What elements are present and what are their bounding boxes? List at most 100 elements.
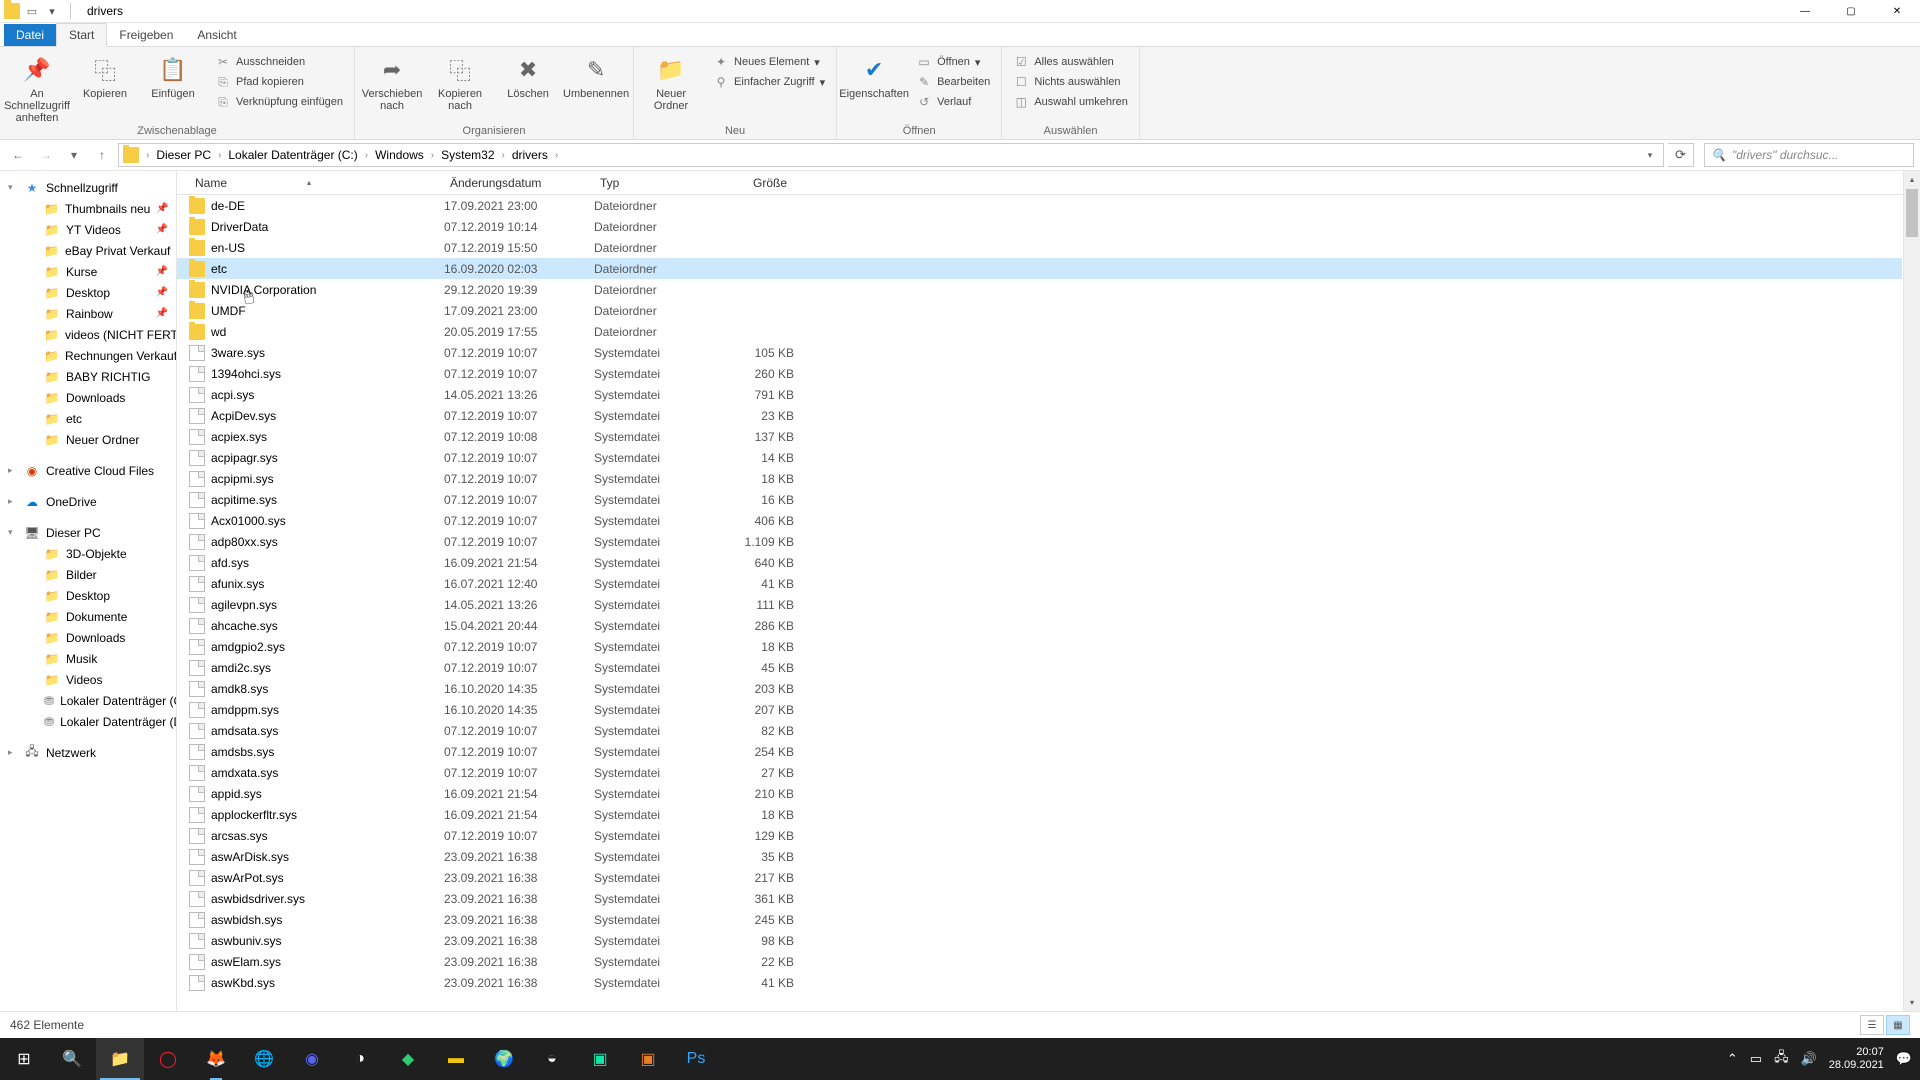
move-to-button[interactable]: ➦Verschieben nach <box>363 50 421 112</box>
select-all-button[interactable]: ☑Alles auswählen <box>1010 53 1131 71</box>
sidebar-quick-2[interactable]: 📁eBay Privat Verkauf📌 <box>0 240 176 261</box>
sidebar-pc-5[interactable]: 📁Musik <box>0 648 176 669</box>
close-button[interactable]: ✕ <box>1874 0 1920 23</box>
sidebar-quick-0[interactable]: 📁Thumbnails neu📌 <box>0 198 176 219</box>
tray-chevron-icon[interactable]: ⌃ <box>1727 1051 1738 1067</box>
crumb-2[interactable]: Windows <box>371 146 428 164</box>
file-row[interactable]: applockerfltr.sys16.09.2021 21:54Systemd… <box>177 804 1902 825</box>
crumb-1[interactable]: Lokaler Datenträger (C:) <box>224 146 361 164</box>
scroll-down-icon[interactable]: ▾ <box>1904 994 1920 1011</box>
file-row[interactable]: amdxata.sys07.12.2019 10:07Systemdatei27… <box>177 762 1902 783</box>
file-row[interactable]: acpi.sys14.05.2021 13:26Systemdatei791 K… <box>177 384 1902 405</box>
file-row[interactable]: amdi2c.sys07.12.2019 10:07Systemdatei45 … <box>177 657 1902 678</box>
tray-network-icon[interactable]: 🖧 <box>1774 1048 1789 1070</box>
file-row[interactable]: NVIDIA Corporation29.12.2020 19:39Dateio… <box>177 279 1902 300</box>
scroll-up-icon[interactable]: ▴ <box>1904 171 1920 188</box>
file-row[interactable]: amdsata.sys07.12.2019 10:07Systemdatei82… <box>177 720 1902 741</box>
sidebar-pc-1[interactable]: 📁Bilder <box>0 564 176 585</box>
taskbar-app-orange[interactable]: ▣ <box>624 1038 672 1080</box>
file-row[interactable]: agilevpn.sys14.05.2021 13:26Systemdatei1… <box>177 594 1902 615</box>
sidebar-creativecloud[interactable]: ▸◉Creative Cloud Files <box>0 460 176 481</box>
properties-button[interactable]: ✔Eigenschaften <box>845 50 903 100</box>
nav-up-button[interactable]: ↑ <box>90 143 114 167</box>
sidebar-quick-3[interactable]: 📁Kurse📌 <box>0 261 176 282</box>
file-row[interactable]: de-DE17.09.2021 23:00Dateiordner <box>177 195 1902 216</box>
tray-notifications-icon[interactable]: 💬 <box>1896 1051 1912 1067</box>
file-row[interactable]: afunix.sys16.07.2021 12:40Systemdatei41 … <box>177 573 1902 594</box>
taskbar[interactable]: ⊞ 🔍 📁 ◯ 🦊 🌐 ◉ ◑ ◆ ▬ 🌍 ◒ ▣ ▣ Ps ⌃ ▭ 🖧 🔊 2… <box>0 1038 1920 1080</box>
tray-battery-icon[interactable]: ▭ <box>1750 1051 1762 1067</box>
sidebar-thispc[interactable]: ▾🖥Dieser PC <box>0 522 176 543</box>
maximize-button[interactable]: ▢ <box>1828 0 1874 23</box>
col-type[interactable]: Typ <box>594 173 714 193</box>
new-item-button[interactable]: ✦Neues Element ▾ <box>710 53 828 71</box>
qat-newfolder-icon[interactable]: ▾ <box>44 3 60 19</box>
file-row[interactable]: aswArPot.sys23.09.2021 16:38Systemdatei2… <box>177 867 1902 888</box>
file-row[interactable]: amdgpio2.sys07.12.2019 10:07Systemdatei1… <box>177 636 1902 657</box>
sidebar-quick-4[interactable]: 📁Desktop📌 <box>0 282 176 303</box>
taskbar-app-green[interactable]: ◆ <box>384 1038 432 1080</box>
file-row[interactable]: en-US07.12.2019 15:50Dateiordner <box>177 237 1902 258</box>
rename-button[interactable]: ✎Umbenennen <box>567 50 625 100</box>
sidebar-network[interactable]: ▸🖧Netzwerk <box>0 742 176 763</box>
sidebar-quick-5[interactable]: 📁Rainbow📌 <box>0 303 176 324</box>
sidebar-pc-6[interactable]: 📁Videos <box>0 669 176 690</box>
file-row[interactable]: DriverData07.12.2019 10:14Dateiordner <box>177 216 1902 237</box>
copy-button[interactable]: ⿻ Kopieren <box>76 50 134 100</box>
nav-recent-button[interactable]: ▾ <box>62 143 86 167</box>
sidebar[interactable]: ▾★Schnellzugriff📁Thumbnails neu📌📁YT Vide… <box>0 171 177 1011</box>
sidebar-quick-7[interactable]: 📁Rechnungen Verkauf📌 <box>0 345 176 366</box>
file-row[interactable]: wd20.05.2019 17:55Dateiordner <box>177 321 1902 342</box>
refresh-button[interactable]: ⟳ <box>1668 143 1694 167</box>
delete-button[interactable]: ✖Löschen <box>499 50 557 100</box>
sidebar-pc-0[interactable]: 📁3D-Objekte <box>0 543 176 564</box>
file-row[interactable]: aswbidsdriver.sys23.09.2021 16:38Systemd… <box>177 888 1902 909</box>
pin-quickaccess-button[interactable]: 📌 An Schnellzugriff anheften <box>8 50 66 124</box>
file-row[interactable]: amdsbs.sys07.12.2019 10:07Systemdatei254… <box>177 741 1902 762</box>
taskbar-streamlabs[interactable]: ▣ <box>576 1038 624 1080</box>
taskbar-search[interactable]: 🔍 <box>48 1038 96 1080</box>
sidebar-pc-8[interactable]: ⛃Lokaler Datenträger (D:) <box>0 711 176 732</box>
tab-view[interactable]: Ansicht <box>185 24 248 46</box>
file-row[interactable]: 1394ohci.sys07.12.2019 10:07Systemdatei2… <box>177 363 1902 384</box>
paste-button[interactable]: 📋 Einfügen <box>144 50 202 100</box>
file-row[interactable]: acpipagr.sys07.12.2019 10:07Systemdatei1… <box>177 447 1902 468</box>
file-row[interactable]: appid.sys16.09.2021 21:54Systemdatei210 … <box>177 783 1902 804</box>
taskbar-steam[interactable]: ◑ <box>336 1038 384 1080</box>
sidebar-pc-7[interactable]: ⛃Lokaler Datenträger (C:) <box>0 690 176 711</box>
search-input[interactable]: 🔍 "drivers" durchsuc... <box>1704 143 1914 167</box>
view-icons-button[interactable]: ▦ <box>1886 1015 1910 1035</box>
file-row[interactable]: 3ware.sys07.12.2019 10:07Systemdatei105 … <box>177 342 1902 363</box>
minimize-button[interactable]: — <box>1782 0 1828 23</box>
file-row[interactable]: aswElam.sys23.09.2021 16:38Systemdatei22… <box>177 951 1902 972</box>
file-row[interactable]: aswKbd.sys23.09.2021 16:38Systemdatei41 … <box>177 972 1902 993</box>
file-row[interactable]: UMDF17.09.2021 23:00Dateiordner <box>177 300 1902 321</box>
copy-to-button[interactable]: ⿻Kopieren nach <box>431 50 489 112</box>
tab-file[interactable]: Datei <box>4 24 56 46</box>
tab-share[interactable]: Freigeben <box>107 24 185 46</box>
taskbar-app-dark[interactable]: ◒ <box>528 1038 576 1080</box>
col-size[interactable]: Größe <box>714 173 794 193</box>
invert-selection-button[interactable]: ◫Auswahl umkehren <box>1010 93 1131 111</box>
sidebar-pc-2[interactable]: 📁Desktop <box>0 585 176 606</box>
file-row[interactable]: aswArDisk.sys23.09.2021 16:38Systemdatei… <box>177 846 1902 867</box>
new-folder-button[interactable]: 📁Neuer Ordner <box>642 50 700 112</box>
sidebar-quickaccess[interactable]: ▾★Schnellzugriff <box>0 177 176 198</box>
taskbar-firefox[interactable]: 🦊 <box>192 1038 240 1080</box>
sidebar-onedrive[interactable]: ▸☁OneDrive <box>0 491 176 512</box>
view-details-button[interactable]: ☰ <box>1860 1015 1884 1035</box>
file-row[interactable]: acpitime.sys07.12.2019 10:07Systemdatei1… <box>177 489 1902 510</box>
crumb-0[interactable]: Dieser PC <box>152 146 215 164</box>
sidebar-pc-4[interactable]: 📁Downloads <box>0 627 176 648</box>
file-row[interactable]: aswbuniv.sys23.09.2021 16:38Systemdatei9… <box>177 930 1902 951</box>
taskbar-explorer[interactable]: 📁 <box>96 1038 144 1080</box>
copy-path-button[interactable]: ⎘Pfad kopieren <box>212 73 346 91</box>
crumb-3[interactable]: System32 <box>437 146 498 164</box>
file-list[interactable]: de-DE17.09.2021 23:00DateiordnerDriverDa… <box>177 195 1902 1011</box>
file-row[interactable]: arcsas.sys07.12.2019 10:07Systemdatei129… <box>177 825 1902 846</box>
crumb-4[interactable]: drivers <box>508 146 552 164</box>
paste-link-button[interactable]: ⎘Verknüpfung einfügen <box>212 93 346 111</box>
vertical-scrollbar[interactable]: ▴ ▾ <box>1903 171 1920 1011</box>
easy-access-button[interactable]: ⚲Einfacher Zugriff ▾ <box>710 73 828 91</box>
taskbar-opera[interactable]: ◯ <box>144 1038 192 1080</box>
